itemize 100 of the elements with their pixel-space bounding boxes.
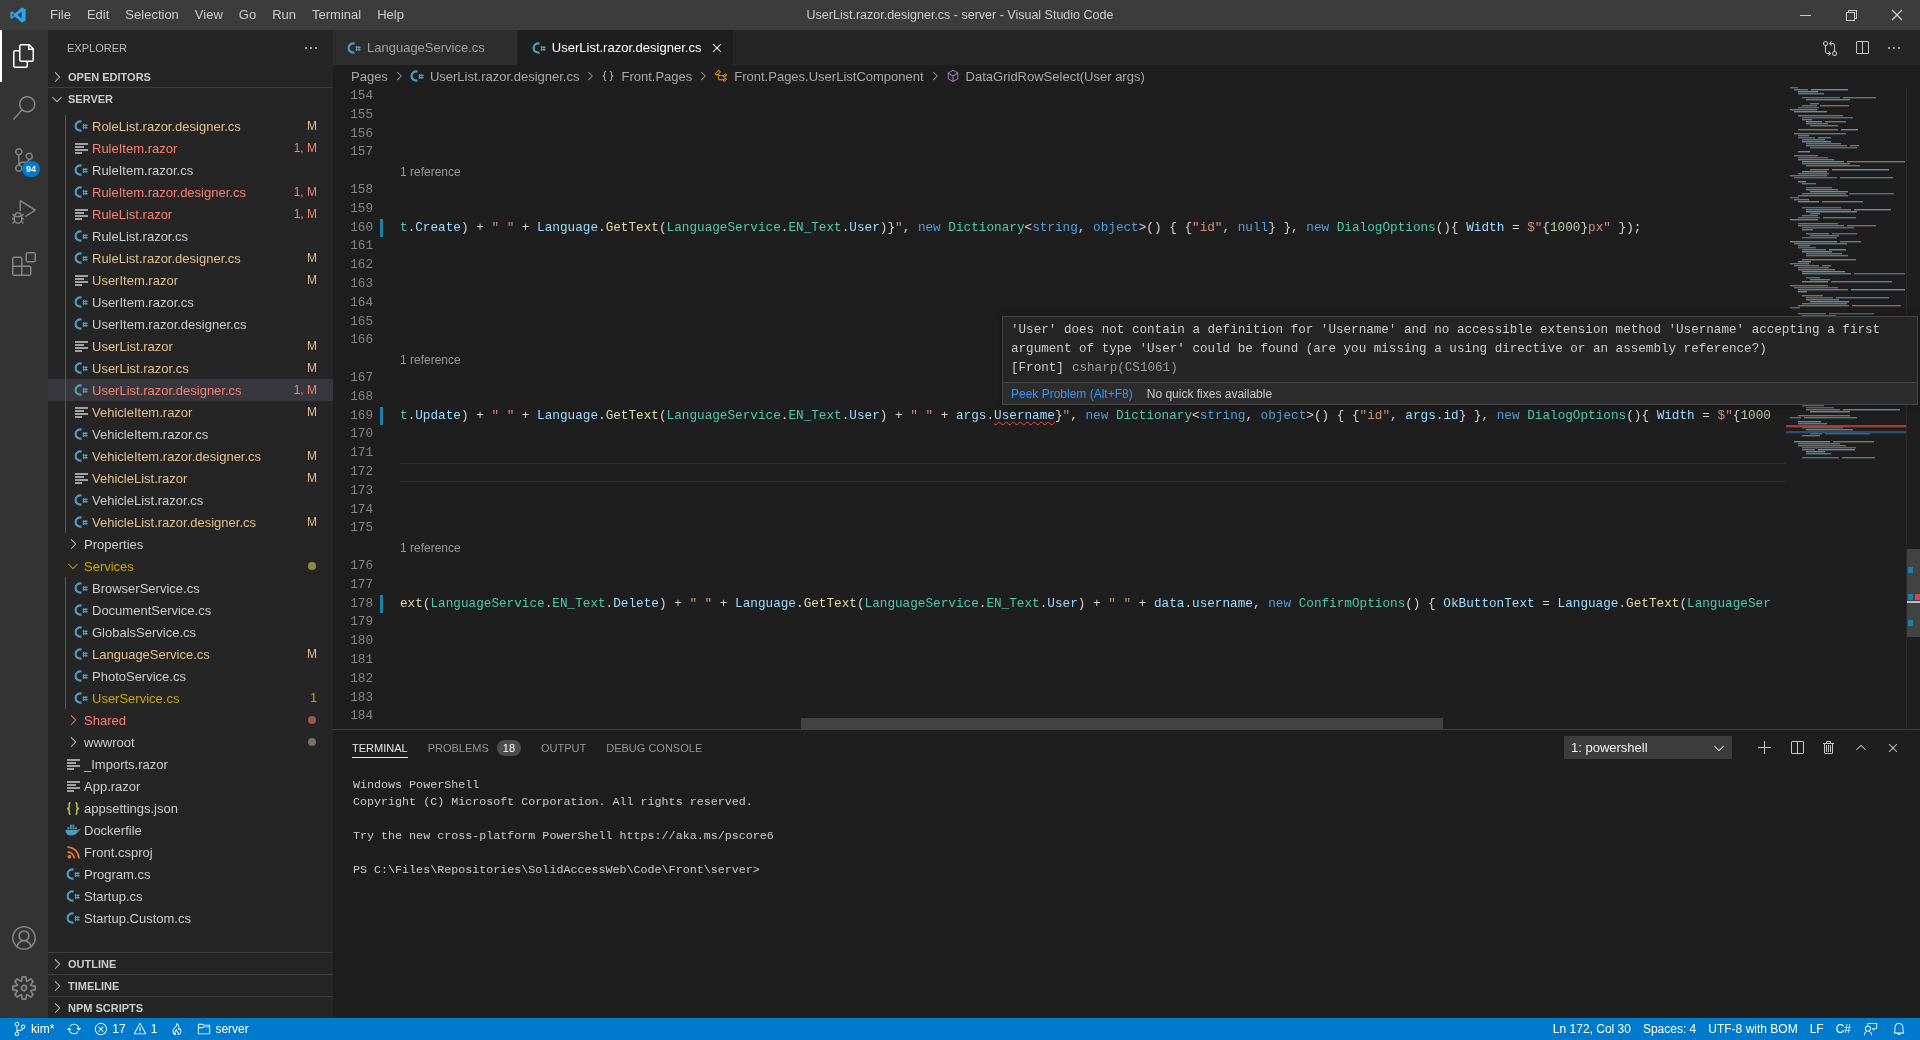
split-terminal-icon[interactable] — [1789, 739, 1805, 756]
line-number: 164 — [349, 293, 373, 312]
tree-item[interactable]: UserList.razor.designer.cs 1, M — [48, 379, 333, 401]
menu-item[interactable]: Go — [230, 0, 265, 30]
horizontal-scrollbar-thumb[interactable] — [801, 718, 1443, 729]
tree-item[interactable]: UserItem.razor.designer.cs — [48, 313, 333, 335]
folder-row[interactable]: Properties — [48, 533, 333, 555]
trash-icon[interactable] — [1821, 739, 1837, 756]
feedback-icon[interactable] — [1864, 1022, 1878, 1036]
menu-item[interactable]: Selection — [117, 0, 187, 30]
tree-item[interactable]: RoleList.razor.designer.cs M — [48, 115, 333, 137]
problems-button[interactable]: 17 1 — [89, 1018, 163, 1040]
tree-item[interactable]: BrowserService.cs — [48, 577, 333, 599]
sync-icon[interactable] — [67, 1022, 82, 1036]
tree-item[interactable]: App.razor — [48, 775, 333, 797]
tree-item[interactable]: Front.csproj — [48, 841, 333, 863]
plus-icon[interactable] — [1757, 739, 1773, 756]
tree-item[interactable]: _Imports.razor — [48, 753, 333, 775]
tree-item[interactable]: VehicleList.razor.designer.cs M — [48, 511, 333, 533]
menu-item[interactable]: View — [186, 0, 231, 30]
tree-item[interactable]: UserService.cs 1 — [48, 687, 333, 709]
csharp-icon — [74, 163, 88, 177]
tree-item[interactable]: Program.cs — [48, 863, 333, 885]
panel-tab[interactable]: PROBLEMS 18 — [427, 735, 521, 760]
panel-tab[interactable]: OUTPUT — [541, 737, 587, 758]
line-number: 181 — [349, 650, 373, 669]
tree-item[interactable]: GlobalsService.cs — [48, 621, 333, 643]
menu-item[interactable]: Edit — [78, 0, 118, 30]
tree-item[interactable]: LanguageService.cs M — [48, 643, 333, 665]
panel-tab[interactable]: DEBUG CONSOLE — [606, 737, 703, 758]
terminal-select[interactable]: 1: powershell — [1564, 736, 1732, 759]
tree-item[interactable]: RuleList.razor.designer.cs M — [48, 247, 333, 269]
code-line: t.Create) + " " + Language.GetText(LanguageService.EN_Text.User)}", new Dictionary<string, object>() { {"id", null} }, new DialogOptions(){ Width = $"{1000}px" }); — [400, 220, 1642, 236]
breadcrumb-item[interactable]: Front.Pages.UserListComponent — [712, 68, 926, 84]
breadcrumb-item[interactable]: DataGridRowSelect(User args) — [943, 68, 1147, 84]
line-ending-button[interactable]: LF — [1804, 1018, 1829, 1040]
warning-icon — [132, 1022, 147, 1036]
tree-item[interactable]: appsettings.json — [48, 797, 333, 819]
csharp-icon — [74, 625, 88, 639]
folder-row[interactable]: wwwroot — [48, 731, 333, 753]
tree-item[interactable]: VehicleItem.razor.cs — [48, 423, 333, 445]
tree-item[interactable]: VehicleList.razor M — [48, 467, 333, 489]
breadcrumb-item[interactable]: Front.Pages — [599, 68, 695, 84]
editor-tab[interactable]: UserList.razor.designer.cs — [517, 30, 735, 65]
tree-item[interactable]: VehicleList.razor.cs — [48, 489, 333, 511]
split-editor-icon[interactable] — [1854, 39, 1870, 56]
tree-item[interactable]: Startup.cs — [48, 885, 333, 907]
menu-item[interactable]: Terminal — [304, 0, 370, 30]
folder-row[interactable]: Services — [48, 555, 333, 577]
settings-icon[interactable] — [12, 976, 36, 1000]
source-control-tab[interactable]: 94 — [0, 134, 48, 186]
tree-item[interactable]: RuleItem.razor.cs — [48, 159, 333, 181]
code-lens-link[interactable]: 1 reference — [400, 352, 461, 367]
language-mode-button[interactable]: C# — [1830, 1018, 1856, 1040]
menu-item[interactable]: Help — [369, 0, 412, 30]
branch-button[interactable]: kim* — [8, 1018, 60, 1040]
encoding-button[interactable]: UTF-8 with BOM — [1703, 1018, 1803, 1040]
section-header[interactable]: SERVER — [48, 87, 333, 109]
indentation-button[interactable]: Spaces: 4 — [1637, 1018, 1702, 1040]
tree-item[interactable]: PhotoService.cs — [48, 665, 333, 687]
compare-changes-icon[interactable] — [1822, 39, 1838, 56]
panel-tab[interactable]: TERMINAL — [352, 737, 408, 758]
breadcrumb-item[interactable]: Pages — [349, 68, 390, 84]
line-number: 162 — [349, 256, 373, 275]
csharp-icon — [74, 427, 88, 441]
code-lens-link[interactable]: 1 reference — [400, 540, 461, 555]
section-header[interactable]: OPEN EDITORS — [48, 65, 333, 87]
folder-row[interactable]: Shared — [48, 709, 333, 731]
breadcrumb-item[interactable]: UserList.razor.designer.cs — [407, 68, 582, 84]
tree-item[interactable]: DocumentService.cs — [48, 599, 333, 621]
editor-tab[interactable]: LanguageService.cs — [333, 30, 518, 65]
tree-item[interactable]: UserItem.razor.cs — [48, 291, 333, 313]
restore-icon[interactable] — [1843, 7, 1859, 23]
section-header[interactable]: TIMELINE — [48, 974, 333, 996]
account-icon[interactable] — [12, 926, 36, 950]
bell-icon[interactable] — [1892, 1022, 1906, 1036]
cursor-position-button[interactable]: Ln 172, Col 30 — [1547, 1018, 1636, 1040]
tree-item[interactable]: UserList.razor M — [48, 335, 333, 357]
tree-item[interactable]: RuleList.razor.cs — [48, 225, 333, 247]
tree-item[interactable]: RuleItem.razor.designer.cs 1, M — [48, 181, 333, 203]
menu-item[interactable]: File — [42, 0, 79, 30]
tree-item[interactable]: UserList.razor.cs M — [48, 357, 333, 379]
line-number: 161 — [349, 237, 373, 256]
tree-item[interactable]: RuleItem.razor 1, M — [48, 137, 333, 159]
git-status-text: 1, M — [293, 207, 317, 221]
tree-item[interactable]: VehicleItem.razor M — [48, 401, 333, 423]
lines-icon — [66, 780, 80, 792]
tree-item[interactable]: RuleList.razor 1, M — [48, 203, 333, 225]
tree-item[interactable]: UserItem.razor M — [48, 269, 333, 291]
peek-problem-link[interactable]: Peek Problem (Alt+F8) — [1011, 386, 1133, 401]
close-icon[interactable] — [1889, 7, 1905, 23]
count-badge: 94 — [22, 161, 40, 177]
menu-item[interactable]: Run — [264, 0, 304, 30]
section-header[interactable]: OUTLINE — [48, 952, 333, 974]
blocks-icon — [12, 252, 36, 276]
folder-button[interactable]: server — [192, 1018, 254, 1040]
tree-item[interactable]: VehicleItem.razor.designer.cs M — [48, 445, 333, 467]
tree-item[interactable]: Dockerfile — [48, 819, 333, 841]
code-lens-link[interactable]: 1 reference — [400, 164, 461, 179]
tree-item[interactable]: Startup.Custom.cs — [48, 907, 333, 929]
